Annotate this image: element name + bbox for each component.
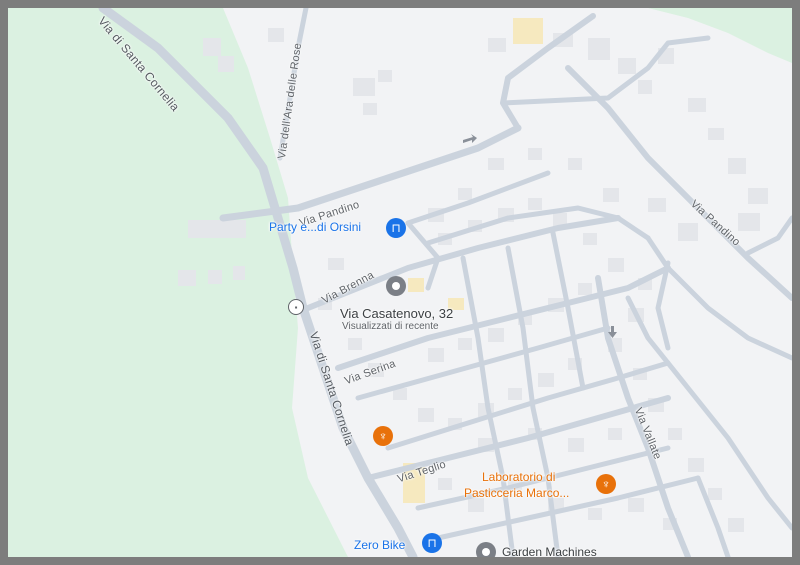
location-pin-icon[interactable] [476,542,496,557]
place-label-party[interactable]: Party e...di Orsini [269,220,361,234]
bus-stop-icon[interactable]: ▪ [288,299,304,315]
place-label-zero-bike[interactable]: Zero Bike [354,538,405,552]
road-pandino-east [565,65,792,301]
map-canvas[interactable]: Via di Santa Cornelia Via dell'Ara delle… [8,8,792,557]
place-label-laboratorio-line1[interactable]: Laboratorio di [482,470,555,484]
fork-knife-icon[interactable]: ♆ [596,474,616,494]
place-label-garden[interactable]: Garden Machines [502,545,597,557]
place-label-casatenovo[interactable]: Via Casatenovo, 32 [340,306,453,321]
place-sublabel-recent: Visualizzati di recente [342,321,439,332]
place-label-laboratorio-line2[interactable]: Pasticceria Marco... [464,486,569,500]
fork-knife-icon[interactable]: ♆ [373,426,393,446]
screenshot-frame: Via di Santa Cornelia Via dell'Ara delle… [0,0,800,565]
location-pin-icon[interactable] [386,276,406,296]
shopping-bag-icon[interactable]: ⊓ [386,218,406,238]
shopping-bag-icon[interactable]: ⊓ [422,533,442,553]
